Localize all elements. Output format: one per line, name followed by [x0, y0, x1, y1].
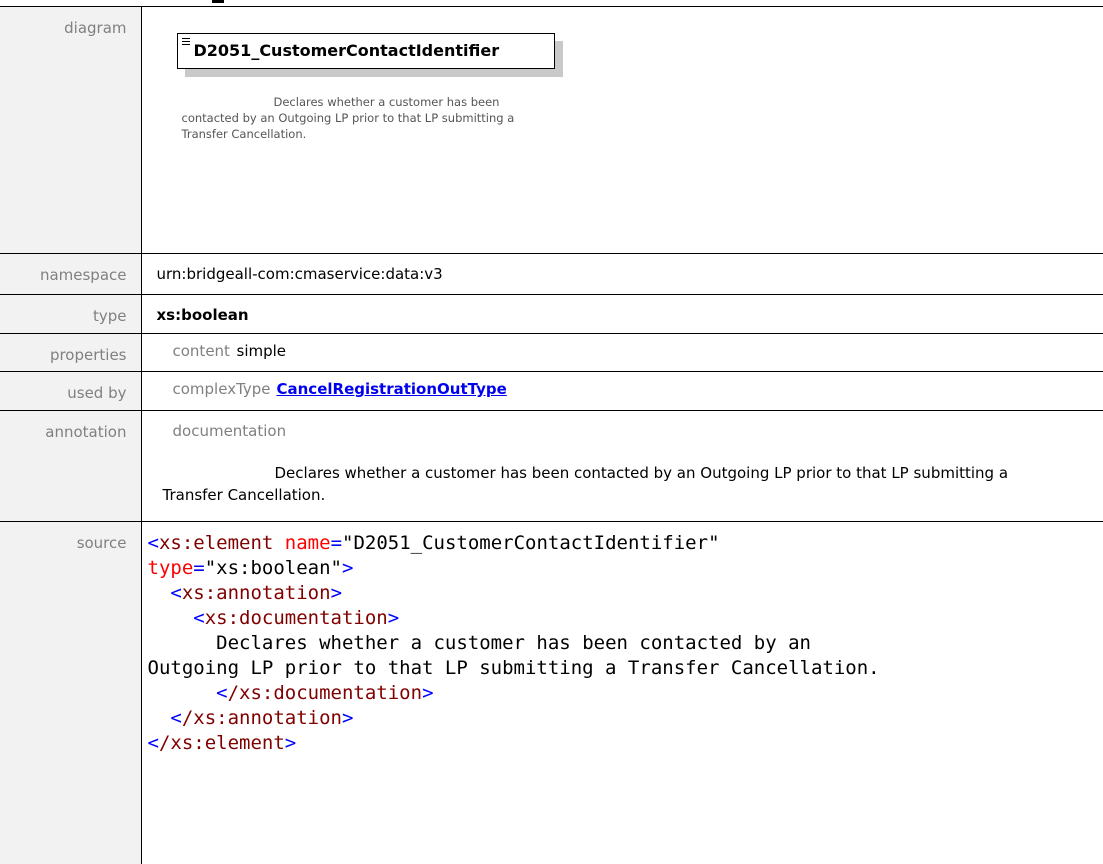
element-lines-icon — [182, 38, 190, 47]
src-doc-line-1: Declares whether a customer has been con… — [216, 632, 811, 654]
cancel-registration-out-type-link[interactable]: CancelRegistrationOutType — [277, 380, 507, 398]
row-diagram: diagram D2051_CustomerContactIdentifier … — [0, 7, 1103, 254]
src-annotation-tag: xs:annotation — [182, 582, 331, 604]
namespace-value: urn:bridgeall-com:cmaservice:data:v3 — [157, 254, 1103, 283]
src-doc-line-2: Outgoing LP prior to that LP submitting … — [148, 657, 880, 679]
row-used-by: used by complexTypeCancelRegistrationOut… — [0, 372, 1103, 411]
source-cell: <xs:element name="D2051_CustomerContactI… — [141, 522, 1103, 864]
property-value: simple — [237, 342, 287, 360]
src-type-attr: type — [148, 557, 194, 579]
used-by-key: complexType — [173, 380, 277, 398]
used-by-line: complexTypeCancelRegistrationOutType — [157, 372, 1103, 398]
element-box-title: D2051_CustomerContactIdentifier — [194, 41, 500, 60]
diagram-cell: D2051_CustomerContactIdentifier Declares… — [141, 7, 1103, 254]
src-type-value: "xs:boolean" — [205, 557, 342, 579]
annotation-key: documentation — [157, 411, 1103, 440]
row-type: type xs:boolean — [0, 295, 1103, 334]
property-key: content — [173, 342, 237, 360]
src-documentation-tag: xs:documentation — [205, 607, 388, 629]
row-source: source <xs:element name="D2051_CustomerC… — [0, 522, 1103, 864]
element-diagram: D2051_CustomerContactIdentifier Declares… — [142, 7, 1042, 253]
src-open-element-tag: xs:element — [159, 532, 273, 554]
src-name-value: "D2051_CustomerContactIdentifier" — [342, 532, 720, 554]
element-box[interactable]: D2051_CustomerContactIdentifier — [177, 33, 555, 69]
row-annotation: annotation documentation Declares whethe… — [0, 411, 1103, 522]
element-documentation-table: diagram D2051_CustomerContactIdentifier … — [0, 6, 1103, 864]
used-by-cell: complexTypeCancelRegistrationOutType — [141, 372, 1103, 411]
type-cell: xs:boolean — [141, 295, 1103, 334]
annotation-cell: documentation Declares whether a custome… — [141, 411, 1103, 522]
top-edge-mark — [212, 0, 224, 3]
label-source: source — [0, 522, 141, 864]
diagram-description: Declares whether a customer has been con… — [182, 94, 542, 142]
label-namespace: namespace — [0, 254, 141, 295]
src-close-documentation-tag: /xs:documentation — [228, 682, 422, 704]
src-name-attr: name — [285, 532, 331, 554]
src-close-element-tag: /xs:element — [159, 732, 285, 754]
namespace-cell: urn:bridgeall-com:cmaservice:data:v3 — [141, 254, 1103, 295]
source-code: <xs:element name="D2051_CustomerContactI… — [148, 522, 1103, 756]
annotation-text: Declares whether a customer has been con… — [157, 462, 1063, 506]
label-diagram: diagram — [0, 7, 141, 254]
src-close-annotation-tag: /xs:annotation — [182, 707, 342, 729]
label-type: type — [0, 295, 141, 334]
properties-cell: contentsimple — [141, 334, 1103, 372]
type-value: xs:boolean — [157, 295, 1103, 324]
properties-line: contentsimple — [157, 334, 1103, 360]
row-properties: properties contentsimple — [0, 334, 1103, 372]
label-annotation: annotation — [0, 411, 141, 522]
row-namespace: namespace urn:bridgeall-com:cmaservice:d… — [0, 254, 1103, 295]
label-properties: properties — [0, 334, 141, 372]
label-used-by: used by — [0, 372, 141, 411]
